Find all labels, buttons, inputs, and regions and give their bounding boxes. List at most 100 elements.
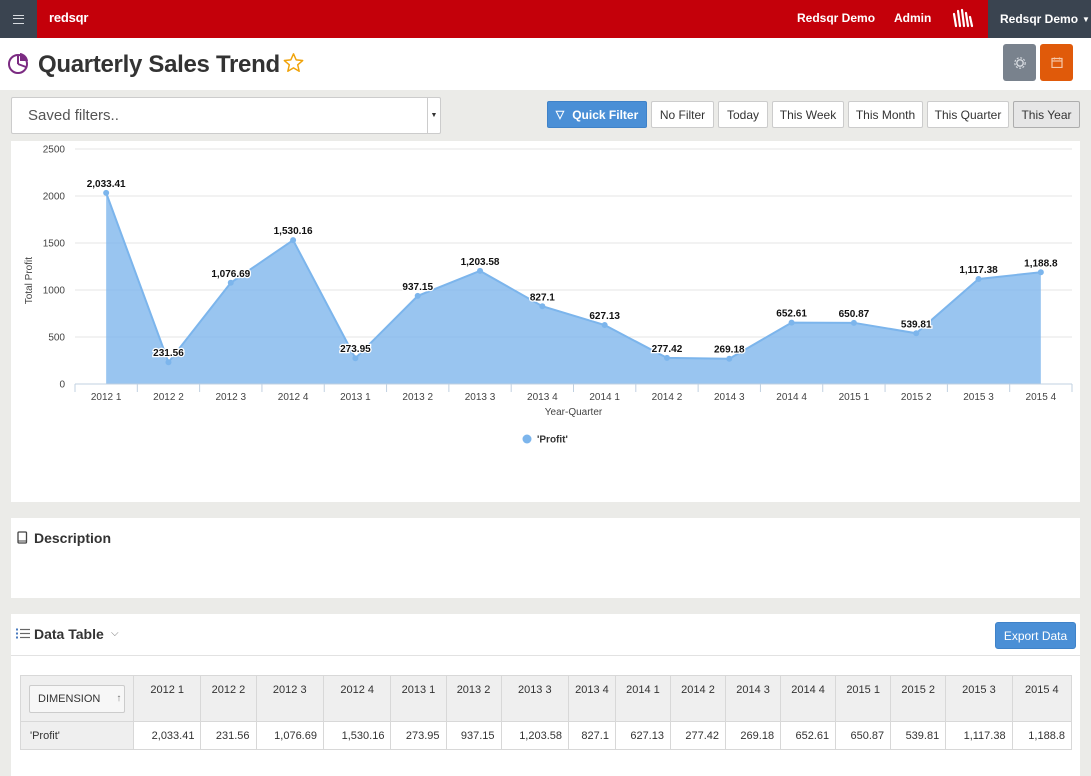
list-icon [16, 628, 30, 639]
table-cell: 627.13 [614, 721, 671, 750]
x-tick-label: 2013 4 [527, 392, 558, 403]
y-tick-label: 2000 [43, 192, 66, 203]
x-tick-label: 2013 1 [340, 392, 371, 403]
x-tick-label: 2014 4 [776, 392, 807, 403]
table-cell: 827.1 [568, 721, 616, 750]
data-point [477, 267, 484, 274]
column-header[interactable]: 2012 3 [255, 675, 324, 722]
data-label: 539.81 [901, 319, 932, 330]
column-header[interactable]: 2015 3 [945, 675, 1013, 722]
table-cell: 650.87 [835, 721, 892, 750]
column-header[interactable]: 2014 3 [725, 675, 782, 722]
table-cell: 1,117.38 [945, 721, 1013, 750]
data-point [975, 275, 982, 282]
data-label: 627.13 [589, 311, 620, 322]
saved-filters-select[interactable]: Saved filters.. ▼ [11, 97, 441, 134]
legend-label: 'Profit' [537, 435, 568, 446]
table-row: 'Profit' 2,033.41 231.56 1,076.69 1,530.16 27… [20, 721, 1073, 750]
column-header[interactable]: 2014 1 [614, 675, 671, 722]
table-cell: 277.42 [669, 721, 727, 750]
column-header[interactable]: 2012 4 [322, 675, 392, 722]
table-cell: 652.61 [780, 721, 837, 750]
dimension-header[interactable]: DIMENSION ↑ [20, 675, 134, 722]
brand-logo-text[interactable]: redsqr [49, 10, 88, 25]
x-tick-label: 2013 2 [402, 392, 433, 403]
this-quarter-button[interactable]: This Quarter [927, 101, 1009, 128]
data-label: 1,188.8 [1024, 258, 1058, 269]
favorite-star-icon[interactable] [282, 52, 305, 74]
x-tick-label: 2015 4 [1026, 392, 1057, 403]
data-table-panel: Data Table ⌵ Export Data DIMENSION ↑ 201… [11, 614, 1080, 776]
this-month-button[interactable]: This Month [848, 101, 923, 128]
y-tick-label: 1000 [43, 286, 66, 297]
column-header[interactable]: 2014 2 [669, 675, 727, 722]
account-link[interactable]: Redsqr Demo [797, 11, 875, 25]
table-cell: 1,188.8 [1011, 721, 1073, 750]
data-label: 652.61 [776, 309, 807, 320]
data-label: 231.56 [153, 348, 184, 359]
admin-link[interactable]: Admin [894, 11, 931, 25]
profit-area-chart[interactable]: 0 500 1000 1500 2000 2500 2012 1 2012 2 2012 3 20… [11, 141, 1080, 502]
x-tick-label: 2015 1 [839, 392, 870, 403]
x-tick-label: 2012 4 [278, 392, 309, 403]
y-tick-label: 0 [59, 380, 65, 391]
data-point [352, 355, 359, 362]
today-button[interactable]: Today [718, 101, 768, 128]
data-table-title: Data Table [34, 626, 104, 642]
redsqr-logo-icon[interactable] [952, 8, 974, 28]
column-header[interactable]: 2012 1 [132, 675, 202, 722]
column-header[interactable]: 2013 3 [500, 675, 570, 722]
user-menu-dropdown[interactable]: Redsqr Demo ▼ [988, 0, 1091, 38]
data-point [663, 354, 670, 361]
data-table: DIMENSION ↑ 2012 1 2012 2 2012 3 2012 4 2013… [20, 675, 1073, 750]
y-tick-label: 2500 [43, 145, 66, 156]
profit-area [106, 192, 1041, 384]
row-label: 'Profit' [20, 721, 134, 750]
data-label: 1,117.38 [959, 265, 998, 276]
dropdown-caret-icon[interactable]: ▼ [427, 98, 440, 133]
page-header: Quarterly Sales Trend [0, 38, 1091, 90]
quick-filter-button[interactable]: ▽ Quick Filter [547, 101, 647, 128]
export-data-button[interactable]: Export Data [995, 622, 1076, 649]
column-header[interactable]: 2012 2 [200, 675, 257, 722]
this-week-button[interactable]: This Week [772, 101, 844, 128]
table-cell: 937.15 [445, 721, 502, 750]
page-title: Quarterly Sales Trend [38, 51, 280, 78]
column-header[interactable]: 2014 4 [780, 675, 837, 722]
description-panel: Description [11, 518, 1080, 598]
calendar-icon [1050, 57, 1063, 68]
column-header[interactable]: 2015 1 [835, 675, 892, 722]
sort-arrow-icon[interactable]: ↑ [116, 693, 121, 704]
x-tick-label: 2014 2 [652, 392, 683, 403]
saved-filters-placeholder: Saved filters.. [28, 107, 119, 124]
column-header[interactable]: 2015 2 [890, 675, 947, 722]
chevron-down-icon[interactable]: ⌵ [111, 628, 119, 639]
data-point [165, 359, 172, 366]
column-header[interactable]: 2015 4 [1011, 675, 1073, 722]
pie-chart-icon [8, 53, 28, 74]
data-point [227, 279, 234, 286]
schedule-button[interactable] [1040, 44, 1073, 81]
quick-filter-label: Quick Filter [572, 107, 639, 122]
hamburger-icon [13, 14, 24, 24]
data-label: 937.15 [402, 282, 433, 293]
settings-button[interactable] [1003, 44, 1036, 81]
data-label: 650.87 [839, 309, 870, 320]
menu-toggle-button[interactable] [0, 0, 37, 38]
column-header[interactable]: 2013 4 [568, 675, 616, 722]
this-year-button[interactable]: This Year [1013, 101, 1080, 128]
x-tick-label: 2012 3 [215, 392, 246, 403]
data-label: 2,033.41 [87, 179, 126, 190]
table-cell: 269.18 [725, 721, 782, 750]
y-tick-label: 500 [48, 333, 65, 344]
legend-marker [522, 434, 532, 444]
table-cell: 539.81 [890, 721, 947, 750]
column-header[interactable]: 2013 1 [390, 675, 447, 722]
no-filter-button[interactable]: No Filter [651, 101, 714, 128]
y-tick-label: 1500 [43, 239, 66, 250]
data-label: 269.18 [714, 345, 745, 356]
caret-down-icon: ▼ [1082, 14, 1090, 24]
table-cell: 273.95 [390, 721, 447, 750]
divider [11, 655, 1080, 656]
column-header[interactable]: 2013 2 [445, 675, 502, 722]
